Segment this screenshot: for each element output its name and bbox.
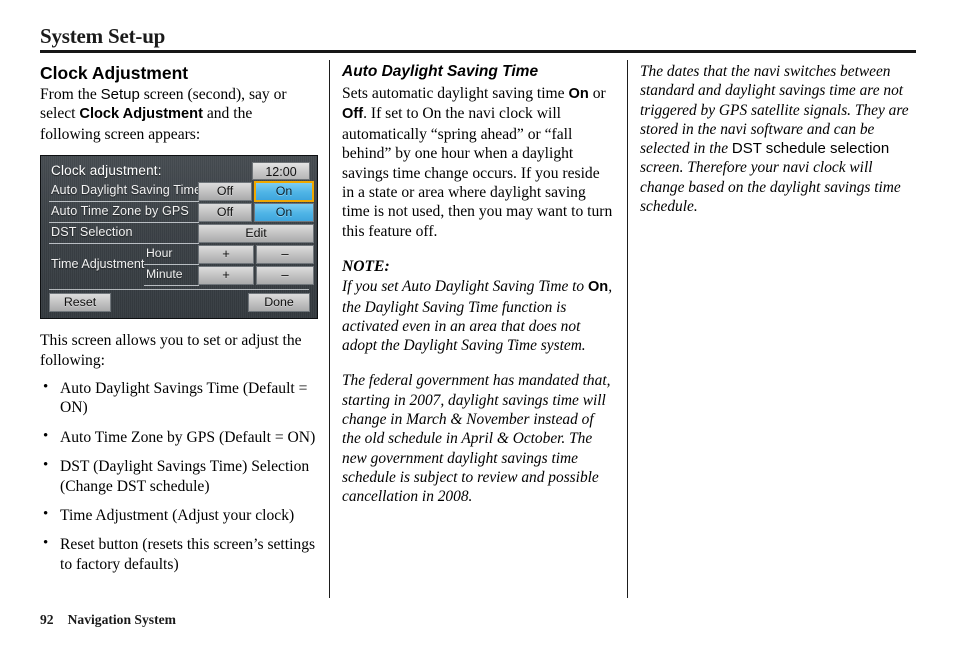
note-paragraph: If you set Auto Daylight Saving Time to …	[342, 277, 614, 355]
dst-schedule-selection-term: DST schedule selection	[731, 140, 890, 158]
sublabel-hour: Hour	[146, 246, 173, 261]
list-item: DST (Daylight Savings Time) Selection (C…	[40, 456, 316, 496]
row-auto-daylight-saving-time: Auto Daylight Saving Time Off On	[46, 181, 314, 203]
header-divider-rule	[40, 50, 916, 53]
minute-minus-button[interactable]: –	[256, 266, 314, 286]
row-underline	[49, 201, 199, 203]
page-footer: 92 Navigation System	[40, 612, 176, 628]
desc-part2: or	[588, 85, 606, 102]
row-label-time-adjustment: Time Adjustment	[51, 257, 145, 272]
note-on-term: On	[587, 279, 609, 296]
page-title: System Set-up	[40, 24, 166, 48]
row-underline	[49, 243, 199, 245]
list-item: Time Adjustment (Adjust your clock)	[40, 505, 316, 525]
setup-term: Setup	[100, 86, 140, 103]
row-label-auto-daylight-saving-time: Auto Daylight Saving Time	[51, 183, 202, 198]
off-term: Off	[342, 106, 364, 123]
desc-part1: Sets automatic daylight saving time	[342, 85, 569, 102]
right-part2: screen. Therefore your navi clock will c…	[640, 159, 901, 216]
row-auto-time-zone-by-gps: Auto Time Zone by GPS Off On	[46, 203, 314, 224]
footer-page-number: 92	[40, 612, 54, 627]
intro-text-part1: From the	[40, 86, 101, 103]
list-item: Auto Daylight Savings Time (Default = ON…	[40, 378, 316, 418]
row-label-dst-selection: DST Selection	[51, 225, 133, 240]
auto-daylight-saving-time-heading: Auto Daylight Saving Time	[342, 63, 539, 80]
auto-time-zone-on-button[interactable]: On	[254, 203, 314, 223]
auto-dst-on-button[interactable]: On	[254, 181, 314, 203]
note-label: NOTE:	[342, 258, 390, 276]
federal-government-paragraph: The federal government has mandated that…	[342, 372, 611, 506]
column-divider-left	[329, 60, 330, 598]
hour-minus-button[interactable]: –	[256, 245, 314, 265]
hour-minute-divider	[144, 264, 199, 266]
right-column: The dates that the navi switches between…	[640, 62, 916, 216]
clock-adjustment-screen-figure: Clock adjustment: 12:00 Auto Daylight Sa…	[40, 155, 318, 320]
row-label-auto-time-zone-by-gps: Auto Time Zone by GPS	[51, 204, 189, 219]
navi-screen-inner: Clock adjustment: 12:00 Auto Daylight Sa…	[46, 160, 314, 314]
reset-button[interactable]: Reset	[49, 293, 111, 313]
note-part1: If you set Auto Daylight Saving Time to	[342, 278, 588, 296]
navi-settings-rows: Auto Daylight Saving Time Off On Auto Ti…	[46, 181, 314, 287]
on-term: On	[568, 86, 589, 102]
after-image-paragraph: This screen allows you to set or adjust …	[40, 332, 302, 369]
page-header: System Set-up	[40, 24, 915, 48]
column-divider-right	[627, 60, 628, 598]
list-item: Auto Time Zone by GPS (Default = ON)	[40, 427, 316, 447]
hour-plus-button[interactable]: +	[198, 245, 254, 265]
desc-part3: . If set to On the navi clock will autom…	[342, 105, 613, 240]
auto-dst-off-button[interactable]: Off	[198, 182, 252, 202]
navi-screen-title: Clock adjustment:	[51, 163, 162, 179]
row-dst-selection: DST Selection Edit	[46, 224, 314, 245]
clock-adjustment-feature-list: Auto Daylight Savings Time (Default = ON…	[40, 378, 316, 574]
dst-selection-edit-button[interactable]: Edit	[198, 224, 314, 244]
time-adjustment-underline	[144, 285, 199, 287]
note-block: NOTE: If you set Auto Daylight Saving Ti…	[342, 257, 614, 355]
minute-plus-button[interactable]: +	[198, 266, 254, 286]
sublabel-minute: Minute	[146, 267, 183, 282]
list-item: Reset button (resets this screen’s setti…	[40, 534, 316, 574]
clock-adjustment-term: Clock Adjustment	[79, 106, 203, 123]
navi-clock-display: 12:00	[252, 162, 310, 181]
dst-schedule-paragraph: The dates that the navi switches between…	[640, 62, 916, 216]
row-time-adjustment: Time Adjustment Hour Minute + – + –	[46, 245, 314, 287]
auto-time-zone-off-button[interactable]: Off	[198, 203, 252, 223]
row-underline	[49, 222, 199, 224]
done-button[interactable]: Done	[248, 293, 310, 313]
auto-dst-description-paragraph: Sets automatic daylight saving time On o…	[342, 84, 614, 241]
clock-adjustment-intro-paragraph: From the Setup screen (second), say or s…	[40, 85, 316, 144]
middle-column: Auto Daylight Saving Time Sets automatic…	[342, 62, 614, 507]
left-column: Clock Adjustment From the Setup screen (…	[40, 62, 318, 584]
navi-footer-bar: Reset Done	[46, 289, 312, 314]
footer-label: Navigation System	[67, 612, 176, 627]
clock-adjustment-heading: Clock Adjustment	[40, 63, 189, 83]
